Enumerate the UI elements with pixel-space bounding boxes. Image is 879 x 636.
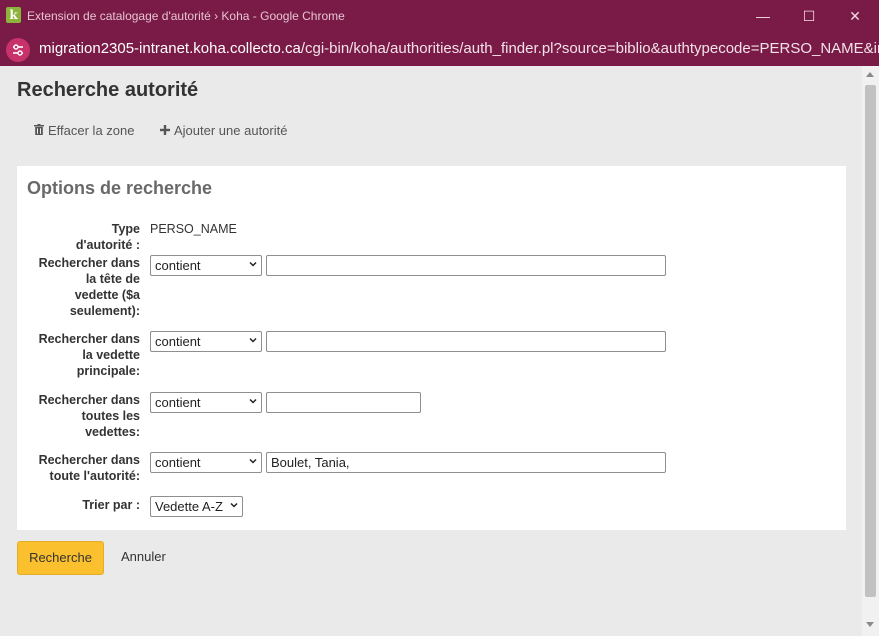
close-icon[interactable]: ✕ [842,4,868,28]
page-content: Recherche autorité Effacer la zone Ajout… [0,66,862,636]
chevron-down-icon [230,502,238,508]
main-entry-a-operator-select[interactable]: contient [150,255,262,276]
authority-type-label: Type d'autorité : [76,221,140,253]
select-value: contient [155,395,201,410]
clear-field-label: Effacer la zone [48,123,135,138]
add-authority-label: Ajouter une autorité [174,123,288,138]
trash-icon [34,123,44,138]
add-authority-button[interactable]: Ajouter une autorité [160,123,287,138]
site-settings-icon[interactable] [6,38,30,62]
scroll-down-icon[interactable] [866,622,874,627]
main-entry-operator-select[interactable]: contient [150,331,262,352]
sort-select[interactable]: Vedette A-Z [150,496,243,517]
sort-label: Trier par : [82,498,140,512]
scroll-up-icon[interactable] [866,72,874,77]
chevron-down-icon [249,398,257,404]
main-entry-label: Rechercher dans la vedette principale: [39,331,140,379]
search-options-title: Options de recherche [27,178,213,198]
label-line: la tête de [85,272,140,286]
window-title: Extension de catalogage d'autorité › Koh… [27,9,345,23]
main-entry-a-label: Rechercher dans la tête de vedette ($a s… [39,255,140,319]
label-line: toutes les [81,409,140,423]
label-line: toute l'autorité: [49,469,140,483]
main-entry-a-input[interactable] [266,255,666,276]
all-headings-label: Rechercher dans toutes les vedettes: [39,392,140,440]
label-line: seulement): [69,304,140,318]
url-path: /cgi-bin/koha/authorities/auth_finder.pl… [300,40,879,57]
main-entry-input[interactable] [266,331,666,352]
window-title-bar: k Extension de catalogage d'autorité › K… [0,0,879,33]
page-title: Recherche autorité [17,79,199,101]
koha-app-icon: k [6,7,21,23]
label-line: vedette ($a [74,288,140,302]
authority-type-value: PERSO_NAME [150,222,237,236]
url-host: migration2305-intranet.koha.collecto.ca [39,40,301,57]
select-value: contient [155,258,201,273]
whole-record-input[interactable]: Boulet, Tania, [266,452,666,473]
all-headings-operator-select[interactable]: contient [150,392,262,413]
all-headings-input[interactable] [266,392,421,413]
authority-type-label-line: Type [111,222,140,236]
label-line: Rechercher dans [38,453,140,467]
label-line: la vedette [82,348,140,362]
plus-icon [160,123,170,138]
whole-record-operator-select[interactable]: contient [150,452,262,473]
minimize-icon[interactable]: — [750,4,776,28]
chevron-down-icon [249,261,257,267]
search-options-panel: Options de recherche Type d'autorité : P… [17,166,846,530]
chevron-down-icon [249,337,257,343]
label-line: Rechercher dans [38,256,140,270]
address-bar[interactable]: migration2305-intranet.koha.collecto.ca/… [0,33,879,66]
select-value: contient [155,455,201,470]
label-line: Rechercher dans [38,393,140,407]
label-line: principale: [76,364,140,378]
cancel-link[interactable]: Annuler [121,549,166,564]
vertical-scrollbar[interactable] [862,66,879,636]
search-button[interactable]: Recherche [17,541,104,575]
select-value: Vedette A-Z [155,499,223,514]
whole-record-label: Rechercher dans toute l'autorité: [39,452,140,484]
url-text[interactable]: migration2305-intranet.koha.collecto.ca/… [39,40,879,57]
label-line: Rechercher dans [38,332,140,346]
clear-field-button[interactable]: Effacer la zone [34,123,134,138]
chevron-down-icon [249,458,257,464]
scrollbar-thumb[interactable] [865,85,876,597]
select-value: contient [155,334,201,349]
label-line: vedettes: [85,425,140,439]
authority-type-label-line: d'autorité : [75,238,140,252]
maximize-icon[interactable]: ☐ [796,4,822,28]
